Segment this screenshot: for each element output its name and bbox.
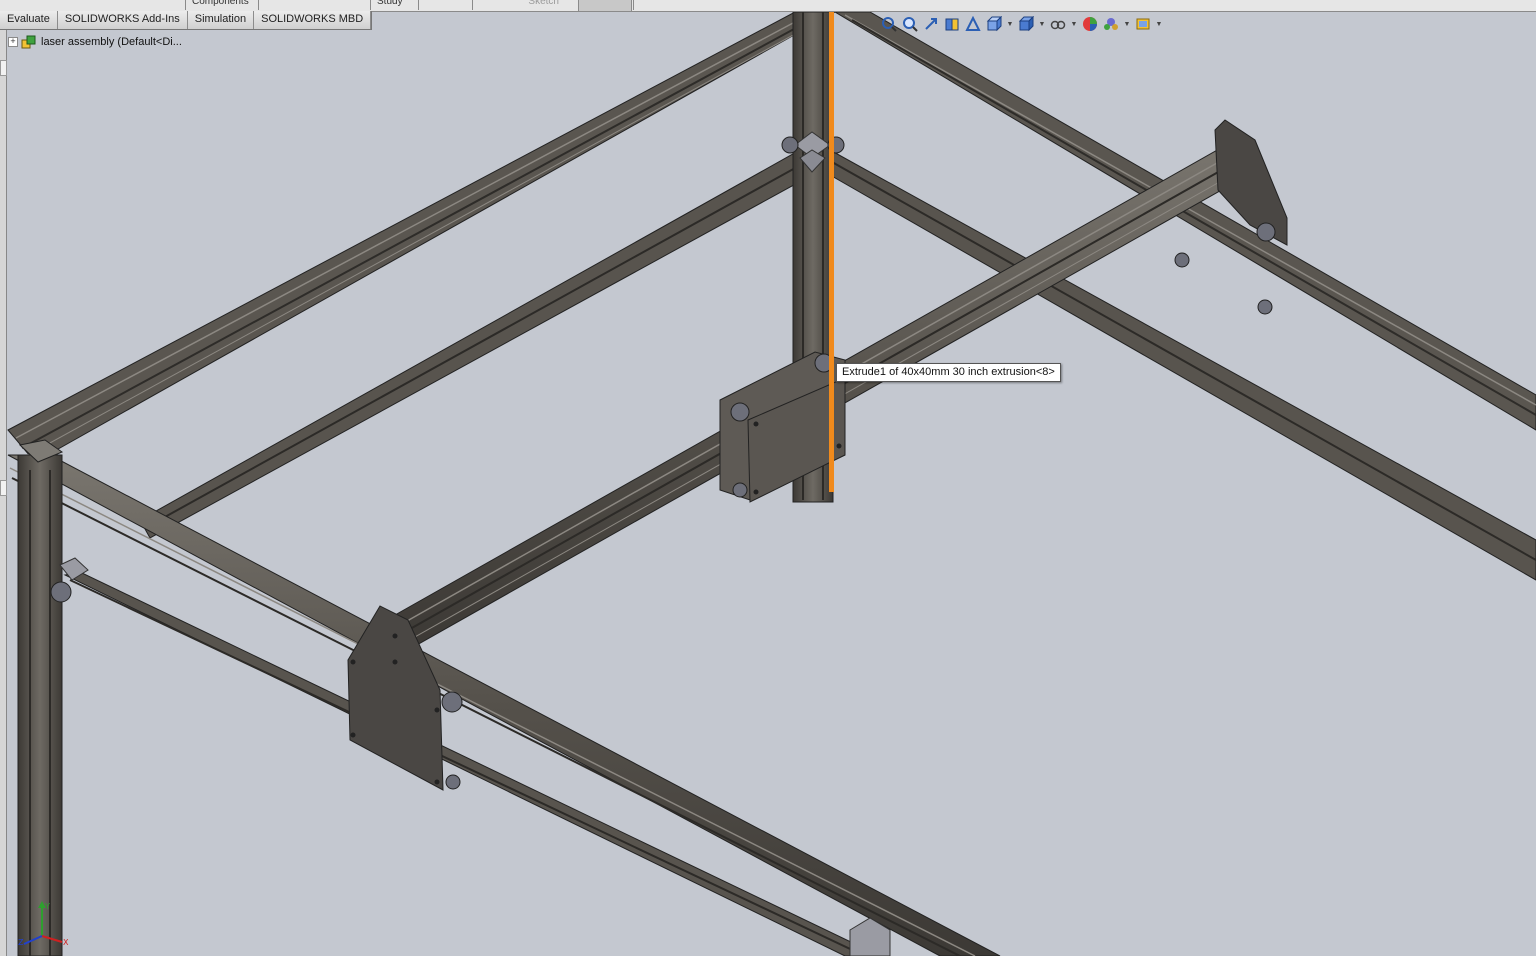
panel-grip-top[interactable] — [0, 60, 7, 76]
apply-scene-icon[interactable] — [1102, 15, 1120, 33]
triad-x-axis — [41, 935, 63, 943]
previous-view-icon[interactable] — [922, 15, 940, 33]
ribbon-group-blank-1 — [258, 0, 361, 10]
ribbon-group-blank-2 — [418, 0, 471, 10]
view-settings-icon[interactable] — [1134, 15, 1152, 33]
chevron-down-icon[interactable]: ▼ — [1006, 21, 1014, 28]
ribbon-group-selected[interactable] — [578, 0, 632, 11]
edit-appearance-icon[interactable] — [1081, 15, 1099, 33]
chevron-down-icon[interactable]: ▼ — [1070, 21, 1078, 28]
panel-grip-middle[interactable] — [0, 480, 7, 496]
triad-z-axis — [23, 935, 43, 945]
selection-tooltip: Extrude1 of 40x40mm 30 inch extrusion<8> — [836, 363, 1061, 382]
graphics-area[interactable] — [7, 12, 1536, 956]
feature-manager-collapsed-edge[interactable] — [0, 30, 7, 956]
frame-vertical-post-left[interactable] — [17, 454, 63, 956]
expand-icon[interactable]: + — [8, 37, 18, 47]
heads-up-view-toolbar: ▼ ▼ ▼ ▼ ▼ — [880, 14, 1163, 34]
triad-x-label: X — [63, 938, 69, 947]
view-orientation-icon[interactable] — [985, 15, 1003, 33]
section-view-icon[interactable] — [943, 15, 961, 33]
frame-front-left-rail[interactable] — [7, 454, 1001, 956]
zoom-to-fit-icon[interactable] — [880, 15, 898, 33]
display-style-icon[interactable] — [1017, 15, 1035, 33]
chevron-down-icon[interactable]: ▼ — [1038, 21, 1046, 28]
dynamic-annotation-icon[interactable] — [964, 15, 982, 33]
triad-z-label: Z — [18, 938, 24, 947]
zoom-to-area-icon[interactable] — [901, 15, 919, 33]
ribbon-group-components[interactable]: Components — [185, 0, 255, 10]
assembly-icon — [21, 35, 36, 49]
left-gantry-plate[interactable] — [347, 605, 463, 791]
ribbon-group-study[interactable]: Study — [370, 0, 409, 10]
reference-triad: Y Z X — [18, 901, 69, 947]
ribbon-group-blank-3 — [633, 0, 692, 10]
feature-tree-root[interactable]: + laser assembly (Default<Di... — [8, 34, 182, 50]
assembly-name[interactable]: laser assembly (Default<Di... — [41, 36, 182, 48]
ribbon-group-sketch[interactable]: Sketch — [472, 0, 565, 10]
chevron-down-icon[interactable]: ▼ — [1155, 21, 1163, 28]
chevron-down-icon[interactable]: ▼ — [1123, 21, 1131, 28]
triad-y-label: Y — [44, 902, 50, 911]
hide-show-icon[interactable] — [1049, 15, 1067, 33]
frame-lower-front-rail[interactable] — [63, 571, 881, 956]
selected-edge-highlight — [829, 12, 834, 492]
frame-back-left-rail[interactable] — [7, 12, 837, 463]
